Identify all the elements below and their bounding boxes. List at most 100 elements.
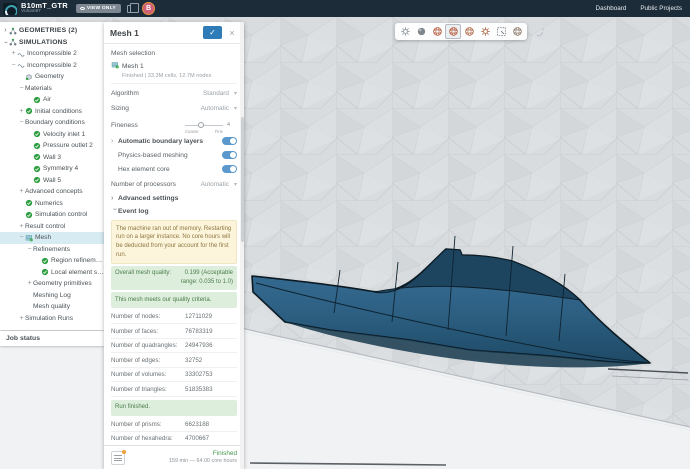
mesh-refine-icon[interactable] — [461, 24, 477, 39]
tree-item-label: Symmetry 4 — [43, 165, 78, 172]
expander-icon[interactable]: › — [2, 39, 9, 46]
nav-dashboard[interactable]: Dashboard — [596, 5, 627, 12]
mesh-quality-icon[interactable] — [477, 24, 493, 39]
tree-item-incompressible-2[interactable]: + Incompressible 2 — [0, 48, 104, 60]
sizing-label: Sizing — [111, 105, 201, 112]
tree-item-simulations[interactable]: ›SIMULATIONS — [0, 37, 104, 49]
user-avatar[interactable]: B — [142, 2, 155, 15]
expander-icon[interactable]: + — [10, 50, 17, 57]
tree-item-meshing-log[interactable]: Meshing Log — [0, 290, 104, 302]
expander-icon[interactable]: − — [18, 234, 25, 241]
chevron-down-icon[interactable]: ▾ — [234, 181, 237, 188]
tree-item-numerics[interactable]: Numerics — [0, 198, 104, 210]
fineness-slider[interactable]: Coarse Fine 4 — [185, 121, 237, 129]
automatic-boundary-layers-label: Automatic boundary layers — [118, 138, 222, 145]
apply-button[interactable]: ✓ — [203, 26, 222, 39]
panel-scrollbar[interactable] — [240, 22, 244, 469]
tree-item-refinements[interactable]: −Refinements — [0, 244, 104, 256]
expander-icon[interactable]: › — [2, 27, 9, 34]
volume-mesh-icon[interactable] — [445, 24, 461, 39]
project-info: B10mT_GTR Vulcan97 — [21, 2, 68, 15]
tree-item-label: Incompressible 2 — [27, 50, 77, 57]
scrollbar-thumb[interactable] — [241, 117, 244, 242]
tree-item-incompressible-2[interactable]: −Incompressible 2 — [0, 60, 104, 72]
close-icon[interactable]: × — [226, 28, 238, 38]
tree-item-label: Region refineme... — [51, 257, 104, 264]
sim-icon — [17, 61, 26, 69]
hex-element-core-toggle[interactable] — [222, 165, 237, 173]
tree-item-label: Wall 5 — [43, 177, 61, 184]
processors-value[interactable]: Automatic — [201, 181, 229, 188]
sphere-view-icon[interactable] — [413, 24, 429, 39]
algorithm-select[interactable]: Standard — [203, 90, 229, 97]
tree-item-materials[interactable]: −Materials — [0, 83, 104, 95]
expander-icon[interactable]: − — [10, 62, 17, 69]
tree-item-geometry[interactable]: Geometry — [0, 71, 104, 83]
expander-icon[interactable]: + — [26, 280, 33, 287]
automatic-boundary-layers-row: ›Automatic boundary layers — [111, 134, 237, 148]
expander-icon[interactable]: − — [26, 246, 33, 253]
tree-item-symmetry-4[interactable]: Symmetry 4 — [0, 163, 104, 175]
mesh-item-name: Mesh 1 — [122, 63, 144, 70]
tree-item-local-element-si[interactable]: Local element si... — [0, 267, 104, 279]
copy-project-icon[interactable] — [127, 5, 134, 13]
tree-item-boundary-conditions[interactable]: −Boundary conditions — [0, 117, 104, 129]
tree-item-geometries-2[interactable]: ›GEOMETRIES (2) — [0, 25, 104, 37]
expander-icon[interactable]: − — [18, 119, 25, 126]
mesh-selection-item[interactable]: Mesh 1 Finished | 33.3M cells, 12.7M nod… — [111, 60, 237, 84]
expander-icon[interactable]: − — [18, 85, 25, 92]
processors-row: Number of processors Automatic ▾ — [111, 176, 237, 192]
check-icon — [41, 257, 50, 265]
tree-item-mesh[interactable]: −Mesh — [0, 232, 104, 244]
job-status-bar[interactable]: Job status — [0, 331, 104, 346]
check-icon — [33, 130, 42, 138]
run-status: Finished — [169, 450, 237, 458]
tree-item-velocity-inlet-1[interactable]: Velocity inlet 1 — [0, 129, 104, 141]
tree-item-geometry-primitives[interactable]: +Geometry primitives — [0, 278, 104, 290]
memory-warning-message: The machine ran out of memory. Restartin… — [111, 220, 237, 264]
probe-icon[interactable] — [531, 25, 547, 40]
surface-mesh-icon[interactable] — [429, 24, 445, 39]
settings-icon[interactable] — [397, 24, 413, 39]
tree-item-pressure-outlet-2[interactable]: Pressure outlet 2 — [0, 140, 104, 152]
tree-item-advanced-concepts[interactable]: +Advanced concepts — [0, 186, 104, 198]
tree-item-region-refineme[interactable]: Region refineme... — [0, 255, 104, 267]
sizing-select[interactable]: Automatic — [201, 105, 229, 112]
check-icon — [33, 153, 42, 161]
tree-item-air[interactable]: Air — [0, 94, 104, 106]
tree-item-label: Refinements — [33, 246, 70, 253]
slider-track[interactable]: Coarse Fine — [185, 121, 223, 129]
physics-based-meshing-toggle[interactable] — [222, 151, 237, 159]
fineness-value: 4 — [227, 122, 230, 128]
tree-item-label: Velocity inlet 1 — [43, 131, 85, 138]
quality-criteria-message: This mesh meets our quality criteria. — [111, 292, 237, 308]
tree-item-label: Result control — [25, 223, 65, 230]
chevron-right-icon[interactable]: › — [111, 138, 118, 145]
tree-item-simulation-control[interactable]: Simulation control — [0, 209, 104, 221]
nav-public-projects[interactable]: Public Projects — [640, 5, 682, 12]
physics-based-meshing-row: Physics-based meshing — [111, 148, 237, 162]
app-logo-icon[interactable] — [3, 3, 17, 15]
region-select-icon[interactable] — [493, 24, 509, 39]
tree-item-wall-3[interactable]: Wall 3 — [0, 152, 104, 164]
chevron-down-icon[interactable]: ▾ — [234, 90, 237, 97]
expander-icon[interactable]: + — [18, 223, 25, 230]
chevron-down-icon[interactable]: ▾ — [234, 105, 237, 112]
expander-icon[interactable]: + — [18, 108, 25, 115]
tree-item-initial-conditions[interactable]: +Initial conditions — [0, 106, 104, 118]
fineness-label: Fineness — [111, 122, 185, 129]
expander-icon[interactable]: + — [18, 188, 25, 195]
mesh-clip-icon[interactable] — [509, 24, 525, 39]
tree-item-mesh-quality[interactable]: Mesh quality — [0, 301, 104, 313]
slider-knob[interactable] — [198, 122, 204, 128]
event-log-section[interactable]: › Event log — [111, 205, 237, 218]
panel-body: Mesh selection Mesh 1 Finished | 33.3M c… — [104, 44, 244, 469]
automatic-boundary-layers-toggle[interactable] — [222, 137, 237, 145]
tree-item-label: Local element si... — [51, 269, 104, 276]
tree-item-wall-5[interactable]: Wall 5 — [0, 175, 104, 187]
tree-item-result-control[interactable]: +Result control — [0, 221, 104, 233]
log-button[interactable] — [111, 451, 125, 465]
tree-item-simulation-runs[interactable]: +Simulation Runs — [0, 313, 104, 325]
advanced-settings-section[interactable]: › Advanced settings — [111, 192, 237, 205]
expander-icon[interactable]: + — [18, 315, 25, 322]
